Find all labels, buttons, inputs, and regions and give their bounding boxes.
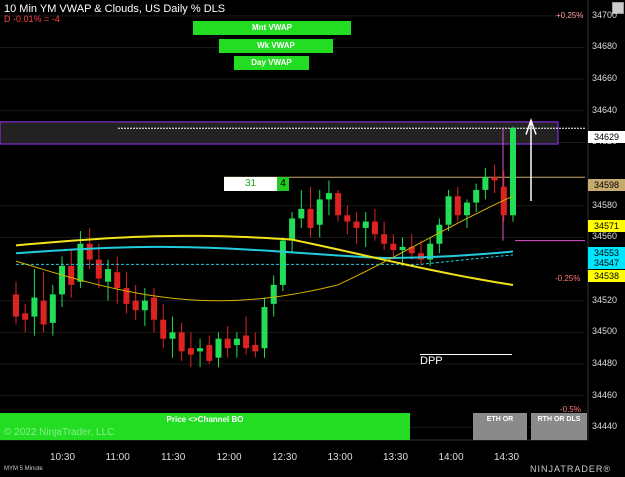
candle-body bbox=[13, 294, 19, 317]
y-axis-tick: 34680 bbox=[592, 41, 618, 52]
y-axis-tick: 34460 bbox=[592, 389, 618, 400]
monthly-vwap-button[interactable]: Mnt VWAP bbox=[193, 21, 351, 35]
x-axis-tick: 14:30 bbox=[494, 452, 520, 463]
y-axis-tick: 34580 bbox=[592, 199, 618, 210]
price-tag: 34571 bbox=[588, 220, 625, 232]
weekly-vwap-button[interactable]: Wk VWAP bbox=[219, 39, 333, 53]
y-axis-tick: 34560 bbox=[592, 231, 618, 242]
x-axis-tick: 11:30 bbox=[161, 452, 186, 463]
candle-body bbox=[325, 193, 332, 200]
candle-body bbox=[298, 208, 305, 219]
dpp-label: DPP bbox=[420, 355, 443, 367]
candle-body bbox=[482, 177, 489, 190]
price-tag: 34538 bbox=[588, 270, 625, 282]
candle-body bbox=[68, 265, 75, 285]
candle-body bbox=[169, 332, 176, 339]
candle-body bbox=[381, 234, 388, 244]
price-channel-bo-button[interactable]: Price <>Channel BO © 2022 NinjaTrader, L… bbox=[0, 413, 410, 440]
candle-body bbox=[289, 218, 296, 241]
y-axis-tick: 34440 bbox=[592, 421, 618, 432]
candle-body bbox=[307, 208, 314, 228]
candle-body bbox=[197, 348, 204, 352]
y-axis-tick: 34500 bbox=[592, 326, 618, 337]
x-axis-tick: 13:00 bbox=[327, 452, 353, 463]
candle-body bbox=[491, 177, 498, 181]
chart-subtitle: D -0.01% = -4 bbox=[4, 14, 60, 24]
x-axis-tick: 13:30 bbox=[383, 452, 409, 463]
x-axis-tick: 12:30 bbox=[272, 452, 298, 463]
ninjatrader-logo: NINJATRADER® bbox=[530, 464, 611, 474]
candle-body bbox=[178, 332, 185, 352]
candle-body bbox=[206, 345, 213, 361]
price-channel-label: Price <>Channel BO bbox=[166, 415, 244, 424]
rth-or-dls-button[interactable]: RTH OR DLS bbox=[531, 413, 587, 440]
candle-body bbox=[243, 335, 250, 349]
price-tag: 34598 bbox=[588, 179, 625, 191]
x-axis-tick: 10:30 bbox=[50, 452, 76, 463]
candle-body bbox=[344, 215, 351, 222]
price-tag: 34629 bbox=[588, 131, 625, 143]
x-axis-tick: 12:00 bbox=[216, 452, 242, 463]
candle-body bbox=[160, 319, 167, 339]
y-axis-tick: 34480 bbox=[592, 358, 618, 369]
price-tag: 34547 bbox=[588, 257, 625, 269]
candle-body bbox=[141, 300, 148, 311]
candle-body bbox=[353, 221, 360, 228]
eth-or-button[interactable]: ETH OR bbox=[473, 413, 527, 440]
candle-body bbox=[151, 297, 158, 320]
candle-body bbox=[270, 284, 277, 304]
pct-label-mid: -0.25% bbox=[555, 274, 581, 283]
y-axis-tick: 34660 bbox=[592, 73, 618, 84]
x-axis-tick: 11:00 bbox=[105, 452, 130, 463]
pct-label-top: +0.25% bbox=[556, 11, 584, 20]
candle-body bbox=[233, 338, 240, 346]
candle-body bbox=[316, 199, 323, 225]
y-axis-tick: 34700 bbox=[592, 9, 618, 20]
y-axis-tick: 34520 bbox=[592, 294, 618, 305]
candle-body bbox=[399, 246, 406, 251]
tick-counter-box: 31 bbox=[224, 177, 277, 191]
candle-body bbox=[445, 196, 452, 225]
candle-body bbox=[362, 221, 369, 228]
candle-body bbox=[31, 297, 38, 317]
instrument-label: MYM 5 Minute bbox=[4, 466, 43, 472]
candle-body bbox=[463, 202, 470, 216]
supply-zone bbox=[0, 121, 559, 145]
candle-body bbox=[252, 345, 259, 352]
candle-body bbox=[454, 196, 461, 216]
candle-body bbox=[132, 300, 139, 311]
price-chart[interactable] bbox=[0, 0, 625, 477]
candle-body bbox=[224, 338, 231, 349]
candle-body bbox=[86, 243, 93, 260]
candle-body bbox=[59, 265, 66, 295]
candle-body bbox=[371, 221, 378, 235]
daily-vwap-button[interactable]: Day VWAP bbox=[234, 56, 309, 70]
candle-body bbox=[279, 240, 286, 285]
candle-body bbox=[261, 307, 268, 349]
candle-body bbox=[187, 348, 194, 355]
candle-body bbox=[510, 128, 516, 216]
tick-counter-remaining: 4 bbox=[277, 177, 289, 191]
candle-body bbox=[473, 189, 480, 203]
x-axis-tick: 14:00 bbox=[438, 452, 464, 463]
candle-body bbox=[105, 269, 112, 282]
candle-body bbox=[40, 300, 47, 325]
candle-body bbox=[114, 272, 121, 289]
candle-body bbox=[95, 259, 102, 279]
copyright-text: © 2022 NinjaTrader, LLC bbox=[4, 427, 115, 438]
y-axis-tick: 34640 bbox=[592, 104, 618, 115]
candle-body bbox=[22, 313, 29, 320]
candle-body bbox=[49, 294, 56, 323]
candle-body bbox=[390, 243, 397, 251]
candle-body bbox=[215, 338, 222, 358]
candle-body bbox=[335, 193, 342, 216]
